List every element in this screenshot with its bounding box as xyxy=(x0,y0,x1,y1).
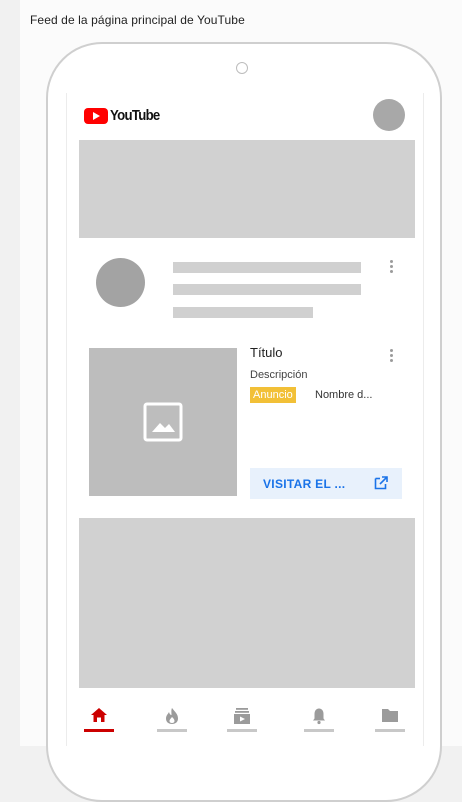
meta-line-placeholder xyxy=(173,307,313,318)
ad-title: Título xyxy=(250,345,283,360)
nav-subscriptions[interactable] xyxy=(227,707,257,739)
youtube-wordmark: YouTube xyxy=(110,107,160,124)
flame-icon xyxy=(166,708,178,724)
account-avatar[interactable] xyxy=(373,99,405,131)
more-vert-icon[interactable] xyxy=(390,260,393,275)
home-icon xyxy=(91,708,107,722)
preview-caption: Feed de la página principal de YouTube xyxy=(30,13,245,27)
nav-notifications-indicator xyxy=(304,729,334,732)
nav-trending[interactable] xyxy=(157,707,187,739)
youtube-play-icon xyxy=(84,107,108,124)
ad-thumbnail[interactable] xyxy=(89,348,237,496)
camera-icon xyxy=(236,62,248,74)
image-placeholder-icon xyxy=(143,402,183,442)
channel-avatar-placeholder xyxy=(96,258,145,307)
app-header: YouTube xyxy=(67,93,423,139)
ad-description: Descripción xyxy=(250,369,308,381)
ad-more-vert-icon[interactable] xyxy=(390,349,393,364)
bottom-navigation xyxy=(67,698,423,746)
subscriptions-icon xyxy=(234,708,250,724)
nav-library-indicator xyxy=(375,729,405,732)
ad-advertiser-name: Nombre d... xyxy=(315,389,373,401)
nav-notifications[interactable] xyxy=(304,707,334,739)
video-placeholder-top xyxy=(79,140,415,238)
nav-home-indicator xyxy=(84,729,114,732)
external-link-icon xyxy=(374,476,388,490)
title-line-placeholder xyxy=(173,284,361,295)
folder-icon xyxy=(382,709,398,722)
nav-subscriptions-indicator xyxy=(227,729,257,732)
nav-trending-indicator xyxy=(157,729,187,732)
title-line-placeholder xyxy=(173,262,361,273)
visit-site-label: VISITAR EL ... xyxy=(263,477,346,491)
visit-site-button[interactable]: VISITAR EL ... xyxy=(250,468,402,499)
video-placeholder-bottom xyxy=(79,518,415,688)
nav-library[interactable] xyxy=(375,707,405,739)
youtube-logo[interactable]: YouTube xyxy=(84,107,166,124)
phone-screen: YouTube Título Descripción Anuncio Nombr… xyxy=(66,93,424,746)
nav-home[interactable] xyxy=(84,707,114,739)
bell-icon xyxy=(313,708,325,725)
ad-badge: Anuncio xyxy=(250,387,296,403)
